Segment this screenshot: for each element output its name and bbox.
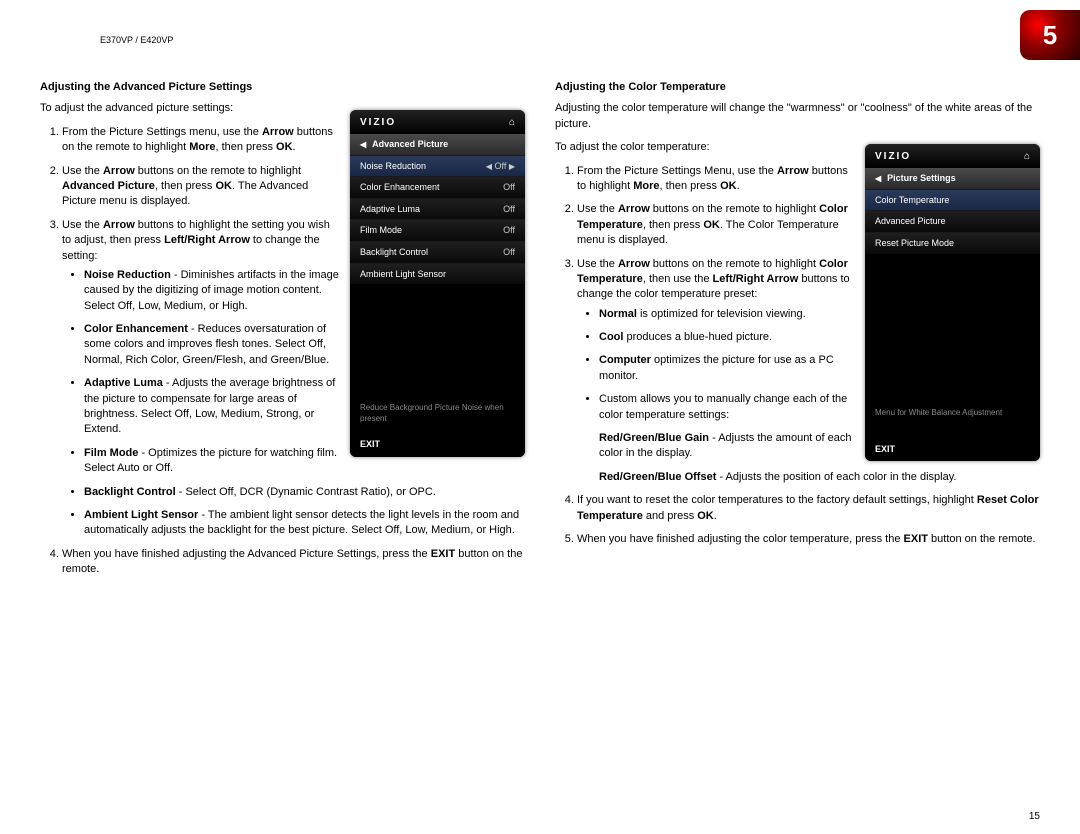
- menu-row: Color Temperature: [865, 189, 1040, 211]
- step: If you want to reset the color temperatu…: [577, 493, 1040, 524]
- menu-row: Noise Reduction ◀ Off ▶: [350, 155, 525, 177]
- section-heading: Adjusting the Color Temperature: [555, 80, 1040, 95]
- home-icon: ⌂: [509, 116, 515, 130]
- home-icon: ⌂: [1024, 150, 1030, 164]
- brand-logo: VIZIO: [360, 116, 396, 130]
- menu-hint: Menu for White Balance Adjustment: [865, 399, 1040, 437]
- left-column: VIZIO ⌂ ◀ Advanced Picture Noise Reducti…: [40, 80, 525, 588]
- back-arrow-icon: ◀: [875, 173, 881, 184]
- menu-title: ◀ Picture Settings: [865, 168, 1040, 189]
- step: When you have finished adjusting the col…: [577, 532, 1040, 547]
- advanced-picture-menu: VIZIO ⌂ ◀ Advanced Picture Noise Reducti…: [350, 110, 525, 457]
- section-heading: Adjusting the Advanced Picture Settings: [40, 80, 525, 95]
- intro-text: Adjusting the color temperature will cha…: [555, 101, 1040, 132]
- chapter-tab: 5: [1020, 10, 1080, 60]
- bullet: Ambient Light Sensor - The ambient light…: [84, 508, 525, 539]
- menu-row: Film Mode Off: [350, 219, 525, 241]
- brand-logo: VIZIO: [875, 150, 911, 164]
- menu-title: ◀ Advanced Picture: [350, 134, 525, 155]
- right-column: Adjusting the Color Temperature Adjustin…: [555, 80, 1040, 588]
- step: When you have finished adjusting the Adv…: [62, 547, 525, 578]
- sub-item: Red/Green/Blue Offset - Adjusts the posi…: [577, 470, 1040, 485]
- menu-exit: EXIT: [865, 437, 1040, 462]
- menu-row: Ambient Light Sensor: [350, 263, 525, 285]
- bullet: Backlight Control - Select Off, DCR (Dyn…: [84, 485, 525, 500]
- menu-hint: Reduce Background Picture Noise when pre…: [350, 394, 525, 432]
- page-number: 15: [1029, 811, 1040, 822]
- menu-row: Backlight Control Off: [350, 241, 525, 263]
- model-header: E370VP / E420VP: [100, 35, 173, 45]
- picture-settings-menu: VIZIO ⌂ ◀ Picture Settings Color Tempera…: [865, 144, 1040, 461]
- menu-row: Reset Picture Mode: [865, 232, 1040, 254]
- back-arrow-icon: ◀: [360, 139, 366, 150]
- menu-row: Advanced Picture: [865, 210, 1040, 232]
- menu-exit: EXIT: [350, 432, 525, 457]
- menu-row: Adaptive Luma Off: [350, 198, 525, 220]
- menu-row: Color Enhancement Off: [350, 176, 525, 198]
